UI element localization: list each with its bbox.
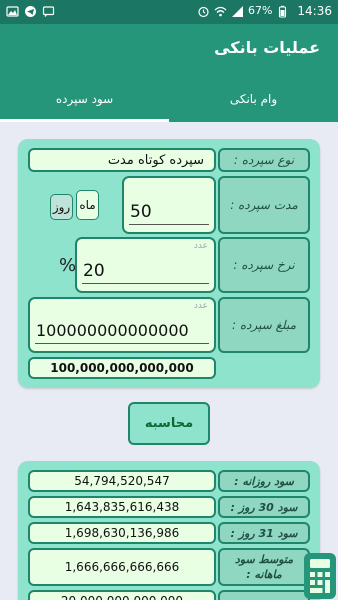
battery-percent: 67% bbox=[247, 4, 273, 17]
calculate-button[interactable]: محاسبه bbox=[128, 402, 210, 445]
partial-result-value: 20,000,000,000,000 bbox=[28, 590, 216, 600]
partial-result-label bbox=[218, 590, 310, 600]
message-icon bbox=[42, 6, 55, 17]
interest-31-days-value: 1,698,630,136,986 bbox=[28, 522, 216, 544]
telegram-icon bbox=[25, 6, 36, 17]
tab-deposit-interest[interactable]: سود سپرده bbox=[0, 76, 169, 122]
deposit-type-label: نوع سپرده : bbox=[218, 148, 310, 172]
daily-interest-label: سود روزانه : bbox=[218, 470, 310, 492]
deposit-input-card: سپرده کوتاه مدت نوع سپرده : روز ماه 50 م… bbox=[18, 139, 320, 388]
percent-sign: % bbox=[59, 255, 77, 276]
results-card: 54,794,520,547 سود روزانه : 1,643,835,61… bbox=[18, 461, 320, 600]
calculator-fab-icon[interactable] bbox=[302, 551, 336, 599]
image-icon bbox=[6, 6, 19, 17]
amount-hint: عدد bbox=[193, 301, 208, 311]
wifi-icon bbox=[214, 6, 227, 16]
unit-day-button[interactable]: روز bbox=[50, 194, 73, 220]
duration-label: مدت سپرده : bbox=[218, 176, 310, 234]
duration-underline bbox=[129, 224, 209, 225]
app-bar: عملیات بانکی bbox=[0, 24, 338, 76]
deposit-type-value: سپرده کوتاه مدت bbox=[107, 152, 204, 168]
deposit-type-select[interactable]: سپرده کوتاه مدت bbox=[28, 148, 216, 172]
unit-month-button[interactable]: ماه bbox=[76, 190, 99, 220]
tab-bar: سود سپرده وام بانکی bbox=[0, 76, 338, 122]
rate-underline bbox=[82, 283, 209, 284]
alarm-icon bbox=[198, 6, 209, 17]
app-title: عملیات بانکی bbox=[214, 38, 320, 57]
amount-label: مبلغ سپرده : bbox=[218, 297, 310, 353]
interest-30-days-label: سود 30 روز : bbox=[218, 496, 310, 518]
amount-underline bbox=[35, 343, 209, 344]
battery-icon bbox=[279, 5, 287, 18]
amount-value: 100000000000000 bbox=[36, 321, 189, 340]
duration-value: 50 bbox=[130, 202, 152, 222]
interest-30-days-value: 1,643,835,616,438 bbox=[28, 496, 216, 518]
monthly-average-label: متوسط سود ماهانه : bbox=[218, 548, 310, 586]
rate-value: 20 bbox=[83, 261, 105, 281]
amount-formatted: 100,000,000,000,000 bbox=[28, 357, 216, 379]
clock: 14:36 bbox=[297, 4, 332, 18]
duration-input[interactable]: 50 bbox=[122, 176, 216, 234]
signal-icon bbox=[231, 5, 243, 17]
interest-31-days-label: سود 31 روز : bbox=[218, 522, 310, 544]
monthly-average-value: 1,666,666,666,666 bbox=[28, 548, 216, 586]
status-bar: 67% 14:36 bbox=[0, 0, 338, 24]
rate-input[interactable]: عدد 20 bbox=[75, 237, 216, 293]
rate-hint: عدد bbox=[193, 241, 208, 251]
tab-bank-loan[interactable]: وام بانکی bbox=[169, 76, 338, 122]
amount-input[interactable]: عدد 100000000000000 bbox=[28, 297, 216, 353]
rate-label: نرخ سپرده : bbox=[218, 237, 310, 293]
daily-interest-value: 54,794,520,547 bbox=[28, 470, 216, 492]
tab-indicator bbox=[0, 119, 169, 122]
